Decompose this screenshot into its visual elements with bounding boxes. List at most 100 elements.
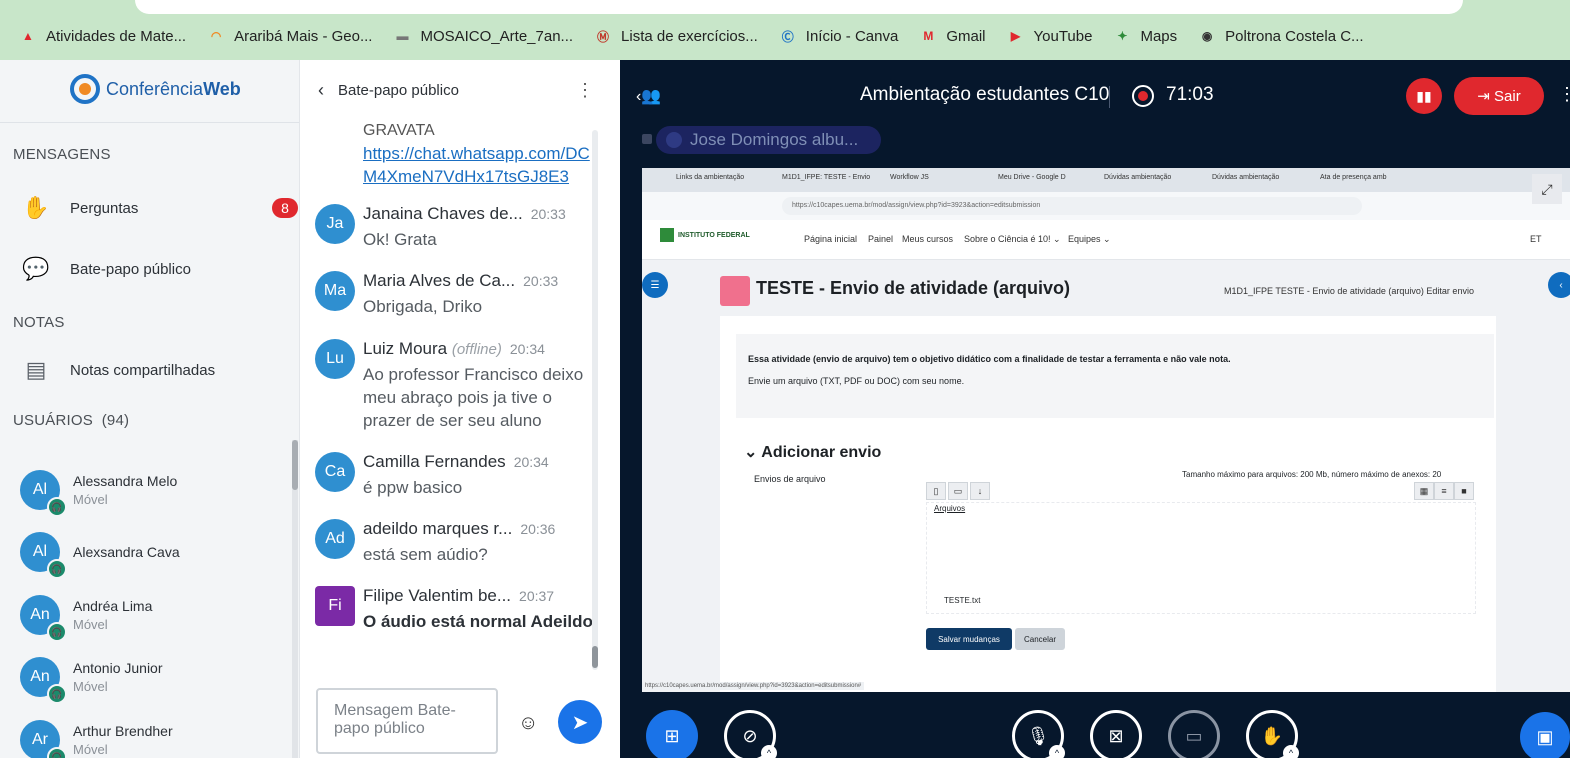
chat-message-input[interactable]: Mensagem Bate-papo público bbox=[316, 688, 498, 754]
screen-activity-title: TESTE - Envio de atividade (arquivo) bbox=[756, 278, 1071, 298]
questions-badge: 8 bbox=[272, 198, 298, 218]
connection-status-button[interactable]: ▮▮ bbox=[1406, 78, 1442, 114]
truncated-message: GRAVATA bbox=[363, 122, 435, 139]
user-list-item[interactable]: Ar 🎧 Arthur Brendher Móvel bbox=[20, 720, 173, 758]
raise-hand-button[interactable]: ✋ ^ bbox=[1246, 710, 1299, 758]
screen-tab: Dúvidas ambientação bbox=[1212, 174, 1280, 181]
recording-icon[interactable] bbox=[1132, 85, 1154, 107]
notes-header: NOTAS bbox=[13, 314, 65, 331]
chevron-up-icon[interactable]: ^ bbox=[1049, 745, 1065, 758]
camera-button[interactable]: ⊠ bbox=[1090, 710, 1142, 758]
bookmarks-bar: ▲ Atividades de Mate... ◠ Araribá Mais - G… bbox=[0, 22, 1384, 50]
mic-off-icon: 🎙 bbox=[1026, 725, 1050, 746]
divider bbox=[1109, 86, 1110, 108]
users-toggle-icon[interactable]: ‹👥 bbox=[636, 86, 661, 106]
avatar: Ad bbox=[315, 519, 355, 559]
kebab-menu-icon[interactable]: ⋮ bbox=[1558, 84, 1570, 105]
user-list-scrollbar[interactable] bbox=[292, 440, 298, 758]
institute-logo: INSTITUTO FEDERAL bbox=[660, 228, 750, 242]
screen-nav-item: Painel bbox=[868, 234, 894, 244]
screenshare-button[interactable]: ▭ bbox=[1168, 710, 1220, 758]
screen-file-name: TESTE.txt bbox=[944, 596, 981, 605]
presentation-button[interactable]: ▣ bbox=[1520, 712, 1570, 758]
bookmark-youtube[interactable]: ▶ YouTube bbox=[1006, 27, 1093, 45]
address-bar[interactable] bbox=[135, 0, 1463, 14]
screen-max-size-text: Tamanho máximo para arquivos: 200 Mb, nú… bbox=[1182, 470, 1442, 479]
messages-header: MENSAGENS bbox=[13, 146, 111, 163]
layout-button[interactable]: ⊘ ^ bbox=[724, 710, 777, 758]
divider bbox=[0, 122, 299, 123]
meeting-area: ‹👥 Ambientação estudantes C10 71:03 ▮▮ ⇥… bbox=[620, 60, 1570, 758]
app-logo: Conferência Web bbox=[70, 74, 241, 104]
screen-save-button: Salvar mudanças bbox=[926, 628, 1012, 650]
actions-button[interactable]: ⊞ bbox=[646, 710, 698, 758]
screen-nav-item: Página inicial bbox=[804, 234, 858, 244]
recording-timer: 71:03 bbox=[1166, 84, 1214, 105]
bookmark-arariba[interactable]: ◠ Araribá Mais - Geo... bbox=[206, 27, 373, 45]
avatar: An 🎧 bbox=[20, 595, 67, 642]
bookmark-lista[interactable]: Ⓜ Lista de exercícios... bbox=[593, 27, 758, 45]
screen-nav-item: Sobre o Ciência é 10! ⌄ bbox=[964, 234, 1061, 244]
whatsapp-link[interactable]: https://chat.whatsapp.com/DCM4XmeN7VdHx1… bbox=[363, 142, 593, 188]
emoji-icon[interactable]: ☺ bbox=[518, 712, 538, 735]
mute-button[interactable]: 🎙 ^ bbox=[1012, 710, 1065, 758]
folder-icon: ▭ bbox=[948, 482, 968, 500]
screen-address-bar: https://c10capes.uema.br/mod/assign/view… bbox=[642, 192, 1570, 220]
raised-hand-icon: ✋ bbox=[22, 195, 50, 220]
screen-field-label: Envios de arquivo bbox=[754, 474, 826, 484]
screen-nav-item: Meus cursos bbox=[902, 234, 954, 244]
grid-view-icon: ▦ bbox=[1414, 482, 1434, 500]
user-list-item[interactable]: Al 🎧 Alexsandra Cava bbox=[20, 532, 180, 579]
bookmark-canva[interactable]: Ⓒ Início - Canva bbox=[778, 27, 899, 45]
fullscreen-icon[interactable]: ⤢ bbox=[1532, 174, 1562, 204]
presentation-icon: ▣ bbox=[1536, 726, 1554, 747]
send-button[interactable]: ➤ bbox=[558, 700, 602, 744]
screen-drawer-icon: ☰ bbox=[642, 272, 668, 298]
plus-grid-icon: ⊞ bbox=[664, 725, 680, 746]
bookmark-maps[interactable]: ✦ Maps bbox=[1112, 27, 1177, 45]
note-icon: ▤ bbox=[25, 357, 47, 382]
screen-off-icon: ⊘ bbox=[742, 725, 758, 746]
screen-url: https://c10capes.uema.br/mod/assign/view… bbox=[782, 197, 1362, 215]
chevron-up-icon[interactable]: ^ bbox=[1283, 745, 1299, 758]
screen-user-avatar: ET bbox=[1530, 234, 1542, 244]
talker-indicator-icon bbox=[642, 134, 652, 144]
screen-files-link: Arquivos bbox=[934, 504, 966, 513]
sidebar-item-questions[interactable]: ✋ Perguntas bbox=[20, 192, 138, 224]
exit-button[interactable]: ⇥ Sair bbox=[1454, 77, 1544, 115]
camera-off-icon: ⊠ bbox=[1108, 725, 1124, 746]
kebab-menu-icon[interactable]: ⋮ bbox=[576, 80, 594, 101]
screen-assignment-icon bbox=[720, 276, 750, 306]
list-view-icon: ≡ bbox=[1434, 482, 1454, 500]
avatar: An 🎧 bbox=[20, 657, 67, 704]
headset-icon: 🎧 bbox=[47, 559, 67, 579]
sidebar-item-public-chat[interactable]: 💬 Bate-papo público bbox=[20, 253, 191, 285]
screen-tab: Links da ambientação bbox=[676, 174, 745, 181]
chevron-left-icon[interactable]: ‹ bbox=[318, 80, 324, 101]
bar-chart-icon: ▮▮ bbox=[1416, 87, 1432, 104]
maps-icon: ✦ bbox=[1117, 29, 1128, 43]
bookmark-gmail[interactable]: M Gmail bbox=[918, 27, 985, 45]
user-list-item[interactable]: An 🎧 Antonio Junior Móvel bbox=[20, 657, 163, 704]
meeting-title: Ambientação estudantes C10 bbox=[860, 84, 1110, 105]
screen-nav-item: Equipes ⌄ bbox=[1068, 234, 1111, 244]
user-list-item[interactable]: Al 🎧 Alessandra Melo Móvel bbox=[20, 470, 177, 517]
dash-icon: ▬ bbox=[396, 29, 409, 43]
screen-filepicker-toolbar: ▯ ▭ ↓ ▦ ≡ ■ bbox=[926, 482, 1476, 502]
circle-m-icon: Ⓜ bbox=[597, 29, 610, 44]
bookmark-atividades[interactable]: ▲ Atividades de Mate... bbox=[18, 27, 186, 45]
chat-header: ‹ Bate-papo público ⋮ bbox=[300, 60, 620, 120]
screen-tab: Ata de presença amb bbox=[1320, 174, 1387, 181]
chevron-up-icon[interactable]: ^ bbox=[761, 745, 777, 758]
bookmark-poltrona[interactable]: ◉ Poltrona Costela C... bbox=[1197, 27, 1364, 45]
user-list-item[interactable]: An 🎧 Andréa Lima Móvel bbox=[20, 595, 152, 642]
youtube-icon: ▶ bbox=[1010, 29, 1021, 43]
sidebar-item-shared-notes[interactable]: ▤ Notas compartilhadas bbox=[20, 354, 215, 386]
shared-screen: Links da ambientação M1D1_IFPE: TESTE - … bbox=[642, 168, 1570, 692]
bookmark-mosaico[interactable]: ▬ MOSAICO_Arte_7an... bbox=[392, 27, 573, 45]
chat-scrollbar[interactable] bbox=[592, 130, 598, 670]
screen-tab: Workflow JS bbox=[890, 174, 929, 181]
headset-icon: 🎧 bbox=[47, 684, 67, 704]
screen-cancel-button: Cancelar bbox=[1015, 628, 1065, 650]
exit-icon: ⇥ bbox=[1477, 88, 1495, 105]
